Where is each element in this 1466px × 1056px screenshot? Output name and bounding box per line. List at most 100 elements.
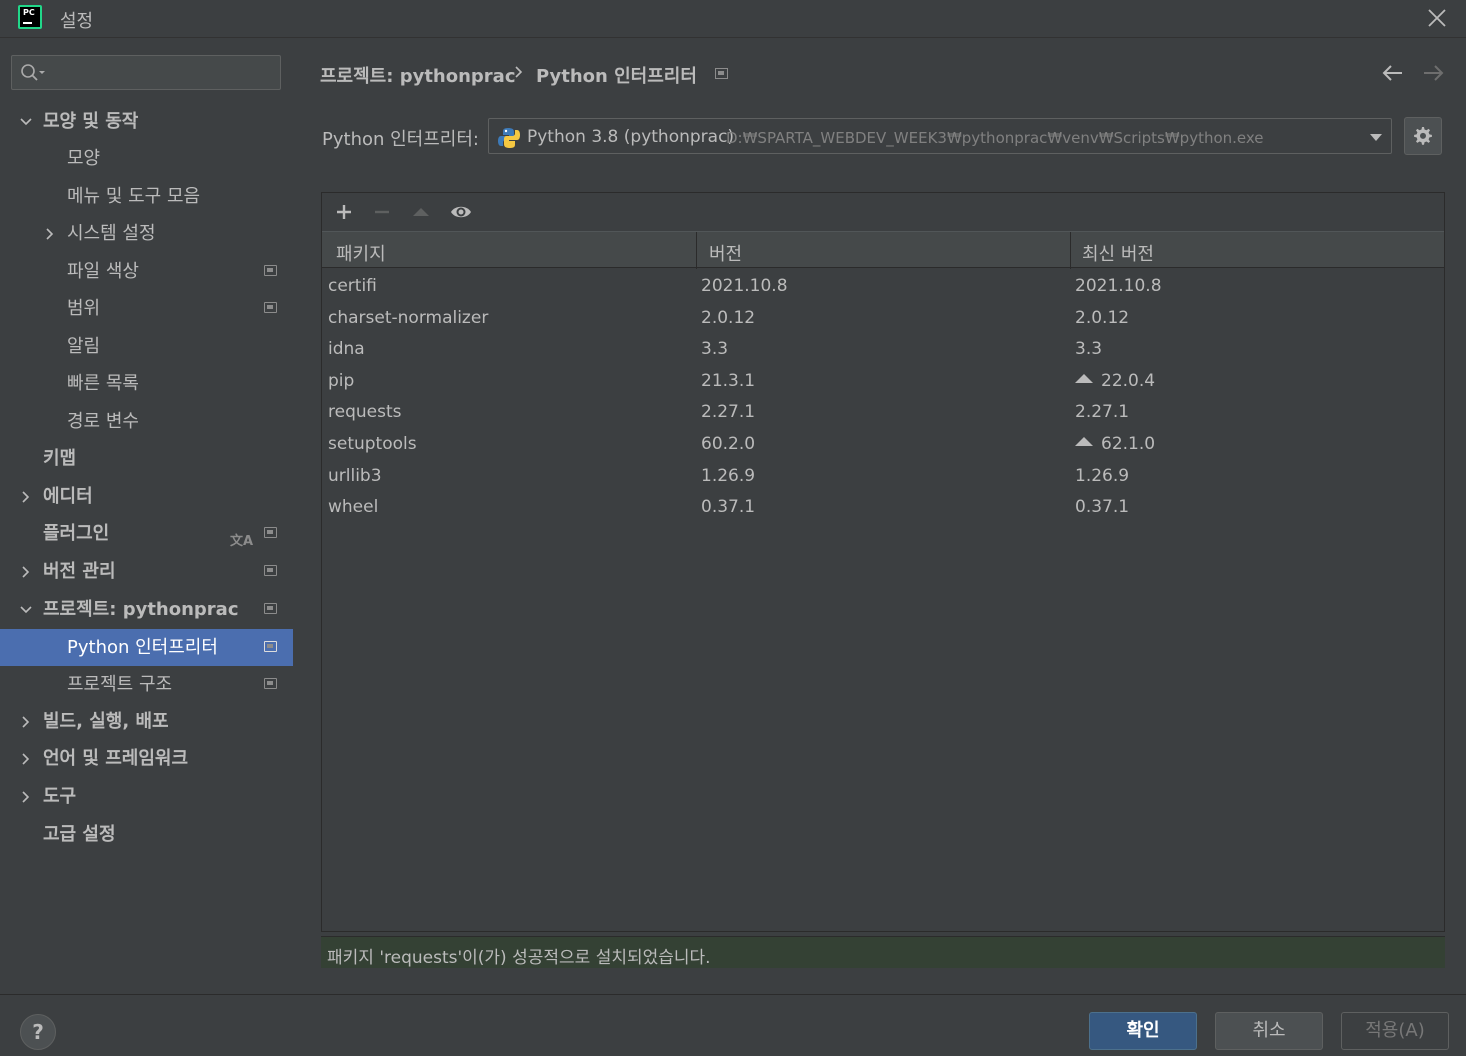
chevron-right-icon[interactable] <box>19 752 33 766</box>
sidebar-item-plugins[interactable]: 플러그인 文A <box>0 515 293 552</box>
sidebar-item-label: 에디터 <box>43 486 93 507</box>
package-version: 2.0.12 <box>701 307 756 328</box>
upgrade-available-icon <box>1075 437 1093 446</box>
apply-button[interactable]: 적용(A) <box>1341 1012 1449 1050</box>
close-icon[interactable] <box>1424 5 1450 31</box>
column-header-latest-version[interactable]: 최신 버전 <box>1082 240 1154 266</box>
sidebar-item-quick-lists[interactable]: 빠른 목록 <box>0 365 293 402</box>
package-version: 2.27.1 <box>701 402 756 423</box>
package-latest-version: 2.0.12 <box>1075 307 1130 328</box>
sidebar-item-notifications[interactable]: 알림 <box>0 328 293 365</box>
ok-button[interactable]: 확인 <box>1089 1012 1197 1050</box>
sidebar-item-tools[interactable]: 도구 <box>0 778 293 815</box>
show-details-eye-icon[interactable] <box>450 202 472 222</box>
sidebar-item-label: 시스템 설정 <box>67 223 156 244</box>
packages-table-header: 패키지 버전 최신 버전 <box>322 231 1444 269</box>
sidebar-item-path-variables[interactable]: 경로 변수 <box>0 403 293 440</box>
status-message-bar: 패키지 'requests'이(가) 성공적으로 설치되었습니다. <box>321 936 1445 968</box>
sidebar-item-appearance[interactable]: 모양 <box>0 140 293 177</box>
table-row[interactable]: charset-normalizer 2.0.12 2.0.12 <box>322 303 1444 335</box>
table-row[interactable]: wheel 0.37.1 0.37.1 <box>322 492 1444 524</box>
chevron-down-icon[interactable] <box>19 115 33 129</box>
sidebar-item-system-settings[interactable]: 시스템 설정 <box>0 215 293 252</box>
sidebar-item-label: 프로젝트 구조 <box>67 674 173 695</box>
sidebar-item-version-control[interactable]: 버전 관리 <box>0 553 293 590</box>
back-arrow-icon[interactable] <box>1380 62 1406 84</box>
breadcrumb-project[interactable]: 프로젝트: pythonprac <box>320 62 516 88</box>
package-name: charset-normalizer <box>328 307 489 328</box>
table-row[interactable]: setuptools 60.2.0 62.1.0 <box>322 429 1444 461</box>
sidebar-item-scopes[interactable]: 범위 <box>0 290 293 327</box>
column-divider[interactable] <box>1070 232 1071 269</box>
column-header-package[interactable]: 패키지 <box>336 240 386 266</box>
status-message: 패키지 'requests'이(가) 성공적으로 설치되었습니다. <box>327 948 711 968</box>
sidebar-item-project-pythonprac[interactable]: 프로젝트: pythonprac <box>0 591 293 628</box>
upgrade-package-icon[interactable] <box>411 202 431 222</box>
table-row[interactable]: idna 3.3 3.3 <box>322 334 1444 366</box>
python-icon <box>498 128 520 148</box>
package-latest-version: 62.1.0 <box>1075 434 1155 454</box>
interpreter-settings-button[interactable] <box>1404 117 1442 155</box>
sidebar-item-languages-frameworks[interactable]: 언어 및 프레임워크 <box>0 740 293 777</box>
chevron-right-icon[interactable] <box>19 790 33 804</box>
help-button[interactable]: ? <box>20 1014 56 1050</box>
cancel-button[interactable]: 취소 <box>1215 1012 1323 1050</box>
sidebar-item-label: 알림 <box>67 336 101 357</box>
sidebar-item-menus-toolbars[interactable]: 메뉴 및 도구 모음 <box>0 178 293 215</box>
sidebar-item-editor[interactable]: 에디터 <box>0 478 293 515</box>
package-name: pip <box>328 370 355 391</box>
column-header-version[interactable]: 버전 <box>709 240 742 266</box>
pycharm-app-icon: PC <box>18 5 42 29</box>
sidebar-item-build-execution-deployment[interactable]: 빌드, 실행, 배포 <box>0 703 293 740</box>
sidebar-item-label: 경로 변수 <box>67 411 139 432</box>
packages-panel: 패키지 버전 최신 버전 certifi 2021.10.8 2021.10.8 ch… <box>321 192 1445 932</box>
interpreter-name: Python 3.8 (pythonprac) <box>527 127 735 147</box>
table-row[interactable]: certifi 2021.10.8 2021.10.8 <box>322 271 1444 303</box>
interpreter-dropdown[interactable]: Python 3.8 (pythonprac) D:₩SPARTA_WEBDEV… <box>488 118 1392 154</box>
search-icon <box>21 64 45 81</box>
sidebar-item-advanced-settings[interactable]: 고급 설정 <box>0 816 293 853</box>
package-latest-version: 3.3 <box>1075 339 1103 360</box>
sidebar-item-label: 빠른 목록 <box>67 373 139 394</box>
sidebar-item-label: 범위 <box>67 298 101 319</box>
upgrade-available-icon <box>1075 373 1093 383</box>
chevron-right-icon[interactable] <box>19 490 33 504</box>
sidebar-item-python-interpreter[interactable]: Python 인터프리터 <box>0 629 293 666</box>
chevron-right-icon <box>515 66 523 78</box>
settings-search-input[interactable] <box>11 55 281 90</box>
add-package-icon[interactable] <box>334 202 354 222</box>
window-title: 설정 <box>60 11 94 32</box>
column-divider[interactable] <box>696 232 697 269</box>
sidebar-item-label: 프로젝트: pythonprac <box>43 599 239 620</box>
sidebar-item-label: 고급 설정 <box>43 824 116 845</box>
sidebar-item-label: 버전 관리 <box>43 561 116 582</box>
table-row[interactable]: pip 21.3.1 22.0.4 <box>322 366 1444 398</box>
chevron-right-icon[interactable] <box>43 227 57 241</box>
breadcrumb-page: Python 인터프리터 <box>536 66 697 87</box>
table-row[interactable]: urllib3 1.26.9 1.26.9 <box>322 461 1444 493</box>
sidebar-item-file-colors[interactable]: 파일 색상 <box>0 253 293 290</box>
sidebar-item-keymap[interactable]: 키맵 <box>0 440 293 477</box>
package-name: wheel <box>328 497 379 518</box>
sidebar-item-label: 빌드, 실행, 배포 <box>43 711 169 732</box>
package-name: setuptools <box>328 434 417 454</box>
project-scope-icon <box>264 527 277 538</box>
sidebar-item-label: 언어 및 프레임워크 <box>43 748 189 769</box>
project-scope-icon <box>264 565 277 576</box>
package-name: requests <box>328 402 402 423</box>
chevron-right-icon[interactable] <box>19 565 33 579</box>
chevron-down-icon[interactable] <box>19 603 33 617</box>
remove-package-icon[interactable] <box>372 202 392 222</box>
sidebar-item-label: 모양 및 동작 <box>43 111 139 132</box>
sidebar-item-project-structure[interactable]: 프로젝트 구조 <box>0 666 293 703</box>
table-row[interactable]: requests 2.27.1 2.27.1 <box>322 397 1444 429</box>
dropdown-arrow-icon[interactable] <box>1369 133 1383 142</box>
package-version: 60.2.0 <box>701 434 756 454</box>
forward-arrow-icon[interactable] <box>1420 62 1446 84</box>
chevron-right-icon[interactable] <box>19 715 33 729</box>
gear-icon <box>1414 127 1432 145</box>
sidebar-item-label: 모양 <box>67 148 101 169</box>
package-name: certifi <box>328 276 377 296</box>
dialog-footer: ? 확인 취소 적용(A) <box>0 994 1466 1056</box>
sidebar-item-appearance-behavior[interactable]: 모양 및 동작 <box>0 103 293 140</box>
